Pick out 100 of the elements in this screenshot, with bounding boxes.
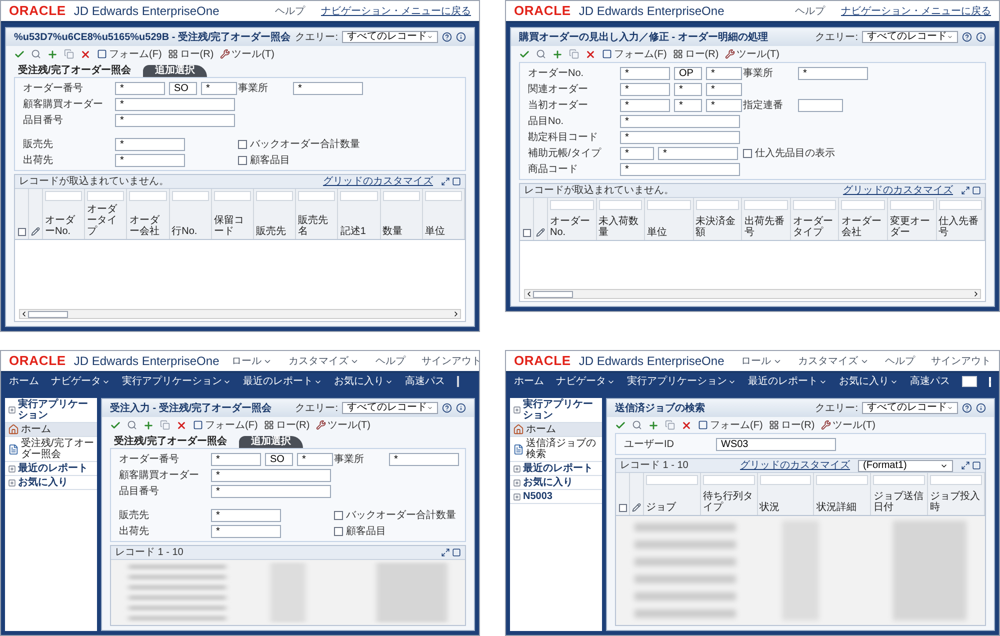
sidebar-item[interactable]: ホーム [5, 423, 97, 437]
add-icon[interactable] [648, 420, 659, 430]
horizontal-scrollbar[interactable] [19, 309, 461, 319]
scroll-left-icon[interactable] [525, 290, 533, 298]
search-icon[interactable] [127, 420, 137, 430]
add-icon[interactable] [143, 420, 154, 430]
input-field[interactable]: * [297, 452, 333, 466]
copy-icon[interactable] [569, 49, 579, 59]
window-icon[interactable] [972, 186, 981, 195]
nav-menu[interactable]: ホーム [9, 374, 39, 389]
header-link[interactable]: サインアウト [421, 354, 479, 368]
filter-field[interactable] [129, 191, 167, 201]
input-field[interactable]: * [658, 146, 738, 160]
query-select[interactable]: すべてのレコード [862, 402, 958, 414]
export-icon[interactable] [441, 177, 450, 186]
nav-menu[interactable]: ナビゲータ [51, 374, 110, 389]
column-header[interactable]: 数量 [382, 226, 403, 237]
input-field[interactable]: * [706, 98, 742, 112]
select-all-checkbox[interactable] [522, 229, 530, 237]
filter-field[interactable] [550, 200, 594, 210]
filter-field[interactable] [930, 475, 982, 485]
query-select[interactable]: すべてのレコード [862, 31, 958, 43]
header-menu[interactable]: カスタマイズ [288, 354, 360, 368]
header-link[interactable]: ヘルプ [375, 354, 406, 368]
toolbar-menu[interactable]: フォーム(F) [97, 46, 162, 62]
column-header[interactable]: オーダーNo. [550, 216, 594, 238]
ok-icon[interactable] [615, 420, 626, 430]
copy-icon[interactable] [64, 49, 74, 59]
input-field[interactable]: * [293, 82, 363, 94]
column-header[interactable]: 状況 [760, 502, 780, 513]
delete-icon[interactable] [585, 48, 596, 60]
checkbox[interactable] [743, 148, 752, 158]
header-menu[interactable]: ロール [741, 354, 782, 368]
input-field[interactable]: * [389, 452, 459, 466]
search-icon[interactable] [536, 49, 546, 59]
header-link[interactable]: ヘルプ [795, 4, 825, 18]
help-icon[interactable] [442, 403, 452, 413]
input-field[interactable]: * [211, 484, 331, 498]
input-field[interactable]: * [620, 146, 654, 160]
input-field[interactable]: * [706, 66, 742, 80]
nav-menu[interactable]: お気に入り [334, 374, 393, 389]
input-field[interactable]: * [201, 82, 237, 94]
toolbar-menu[interactable]: ツール(T) [724, 46, 780, 62]
column-header[interactable]: 単位 [424, 226, 445, 237]
column-header[interactable]: オーダータイプ [87, 204, 124, 237]
tab[interactable]: 追加選択 [238, 436, 303, 448]
column-header[interactable]: オーダーNo. [45, 215, 82, 237]
input-field[interactable]: * [620, 66, 670, 80]
header-menu[interactable]: ロール [231, 354, 272, 368]
scroll-thumb[interactable] [533, 290, 573, 298]
toolbar-menu[interactable]: ロー(R) [672, 46, 719, 62]
nav-menu[interactable]: 最近のレポート [243, 374, 322, 389]
input-field[interactable]: * [798, 66, 868, 80]
filter-field[interactable] [744, 200, 788, 210]
input-field[interactable]: * [620, 114, 740, 128]
expand-icon[interactable] [513, 406, 521, 414]
filter-field[interactable] [873, 475, 926, 485]
sidebar-item[interactable]: 実行アプリケーション [5, 398, 97, 423]
expand-icon[interactable] [513, 492, 521, 500]
export-icon[interactable] [961, 461, 970, 470]
sidebar-item[interactable]: 送信済ジョブの検索 [510, 437, 602, 462]
input-field[interactable]: * [620, 98, 670, 112]
input-field[interactable]: SO [265, 452, 293, 466]
sidebar-item[interactable]: 最近のレポート [510, 462, 602, 476]
tab[interactable]: 追加選択 [142, 65, 207, 77]
select-all-checkbox[interactable] [618, 504, 626, 512]
filter-field[interactable] [760, 475, 812, 485]
select-all-checkbox[interactable] [18, 228, 26, 236]
help-icon[interactable] [962, 32, 972, 42]
column-header[interactable]: 仕入先番号 [938, 216, 982, 238]
customize-grid-link[interactable]: グリッドのカスタマイズ [323, 174, 433, 189]
sidebar-item[interactable]: お気に入り [510, 476, 602, 490]
input-field[interactable]: * [115, 82, 165, 94]
export-icon[interactable] [961, 186, 970, 195]
nav-menu[interactable]: お気に入り [839, 374, 898, 389]
input-field[interactable]: * [115, 98, 235, 110]
nav-menu[interactable]: ホーム [514, 374, 544, 389]
scroll-right-icon[interactable] [972, 290, 980, 298]
column-header[interactable]: 変更オーダー [890, 216, 934, 238]
expand-icon[interactable] [8, 406, 16, 414]
column-header[interactable]: 未決済金額 [696, 216, 740, 238]
filter-field[interactable] [424, 191, 462, 201]
delete-icon[interactable] [80, 48, 91, 60]
nav-menu[interactable]: 最近のレポート [748, 374, 827, 389]
help-icon[interactable] [962, 403, 972, 413]
window-icon[interactable] [452, 548, 461, 557]
toolbar-menu[interactable]: ロー(R) [264, 418, 310, 432]
column-header[interactable]: 販売先名 [298, 215, 336, 237]
filter-field[interactable] [87, 191, 124, 201]
tab[interactable]: 受注残/完了オーダー照会 [18, 65, 131, 77]
header-link[interactable]: ナビゲーション・メニューに戻る [841, 4, 991, 18]
input-field[interactable]: * [620, 82, 670, 96]
column-header[interactable]: 保留コード [214, 215, 252, 237]
info-icon[interactable] [456, 32, 466, 42]
column-header[interactable]: 状況詳細 [816, 502, 856, 513]
filter-field[interactable] [298, 191, 336, 201]
input-field[interactable]: * [115, 154, 185, 166]
filter-field[interactable] [172, 191, 209, 201]
filter-field[interactable] [702, 475, 755, 485]
go-icon[interactable] [988, 376, 991, 386]
